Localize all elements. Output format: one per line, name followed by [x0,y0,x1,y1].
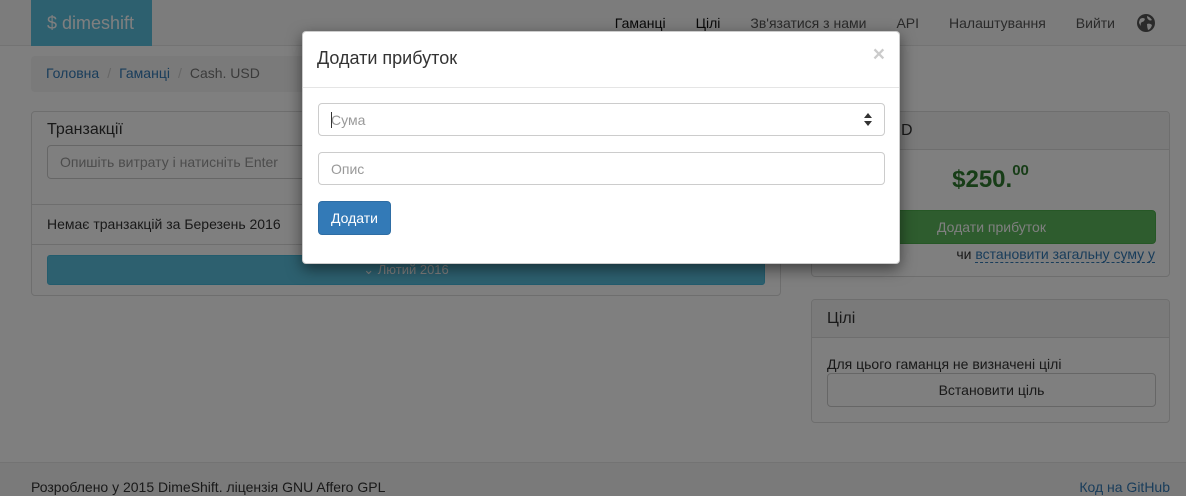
add-income-modal: Додати прибуток × Додати [302,31,900,264]
description-input[interactable] [318,152,885,185]
close-icon[interactable]: × [873,44,885,65]
modal-title: Додати прибуток [317,48,458,68]
amount-input[interactable] [318,103,885,136]
modal-divider [303,87,899,88]
add-button[interactable]: Додати [318,201,391,235]
